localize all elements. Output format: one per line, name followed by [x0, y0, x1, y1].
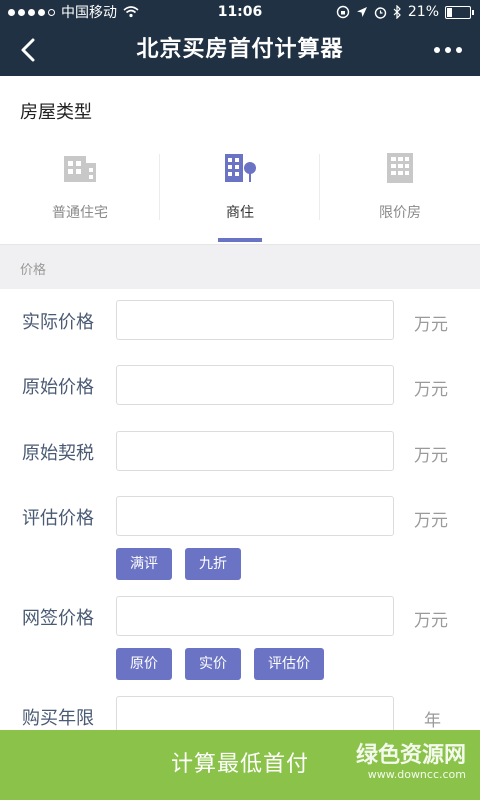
status-bar: 中国移动 11:06 21% [0, 0, 480, 24]
house-type-title: 房屋类型 [20, 102, 92, 123]
watermark-name: 绿色资源网 [355, 743, 466, 768]
tab-ordinary-residence[interactable]: 普通住宅 [0, 144, 160, 244]
ninety-percent-button[interactable]: 九折 [185, 548, 241, 580]
original-price-unit: 万元 [414, 380, 448, 400]
contract-price-input[interactable] [116, 596, 394, 636]
more-dot-icon [434, 47, 440, 53]
contract-price-unit: 万元 [414, 611, 448, 631]
actual-price-button[interactable]: 实价 [185, 648, 241, 680]
more-dot-icon [456, 47, 462, 53]
price-section-title: 价格 [20, 263, 47, 278]
actual-price-unit: 万元 [414, 315, 448, 335]
original-tax-unit: 万元 [414, 446, 448, 466]
location-icon [356, 7, 367, 17]
house-type-tabs: 普通住宅 商住 限价房 [0, 144, 480, 244]
purchase-years-unit: 年 [424, 711, 441, 731]
price-section-header: 价格 [0, 244, 480, 289]
tab-label: 商住 [226, 205, 254, 221]
alarm-icon [374, 6, 387, 19]
full-assessment-button[interactable]: 满评 [116, 548, 172, 580]
grid-building-icon [387, 153, 413, 183]
original-price-input[interactable] [116, 365, 394, 405]
assessed-price-unit: 万元 [414, 511, 448, 531]
purchase-years-label: 购买年限 [22, 708, 94, 729]
original-tax-input[interactable] [116, 431, 394, 471]
watermark: 绿色资源网 www.downcc.com [356, 744, 466, 782]
original-tax-label: 原始契税 [22, 443, 94, 464]
orientation-lock-icon [336, 5, 350, 19]
bluetooth-icon [393, 5, 401, 19]
active-tab-indicator [218, 238, 262, 242]
battery-percent: 21% [407, 4, 439, 20]
contract-price-label: 网签价格 [22, 608, 94, 629]
watermark-url: www.downcc.com [367, 768, 466, 781]
tab-label: 普通住宅 [52, 205, 108, 221]
building-with-tree-icon [225, 154, 256, 182]
more-dot-icon [445, 47, 451, 53]
original-price-button[interactable]: 原价 [116, 648, 172, 680]
assessed-price-button[interactable]: 评估价 [254, 648, 324, 680]
assessed-price-input[interactable] [116, 496, 394, 536]
tab-commercial-residence[interactable]: 商住 [160, 144, 320, 244]
more-button[interactable] [428, 38, 468, 62]
page-title: 北京买房首付计算器 [136, 37, 344, 62]
original-price-label: 原始价格 [22, 377, 94, 398]
nav-bar: 北京买房首付计算器 [0, 24, 480, 76]
tab-price-limited-housing[interactable]: 限价房 [320, 144, 480, 244]
actual-price-label: 实际价格 [22, 312, 94, 333]
calculate-bar: 计算最低首付 绿色资源网 www.downcc.com [0, 730, 480, 800]
battery-icon [445, 5, 474, 19]
status-right: 21% [336, 0, 474, 24]
house-type-section: 房屋类型 普通住宅 商住 限价房 [0, 76, 480, 244]
apartment-building-icon [64, 156, 96, 182]
actual-price-input[interactable] [116, 300, 394, 340]
assessed-price-label: 评估价格 [22, 508, 94, 529]
tab-label: 限价房 [379, 205, 421, 221]
